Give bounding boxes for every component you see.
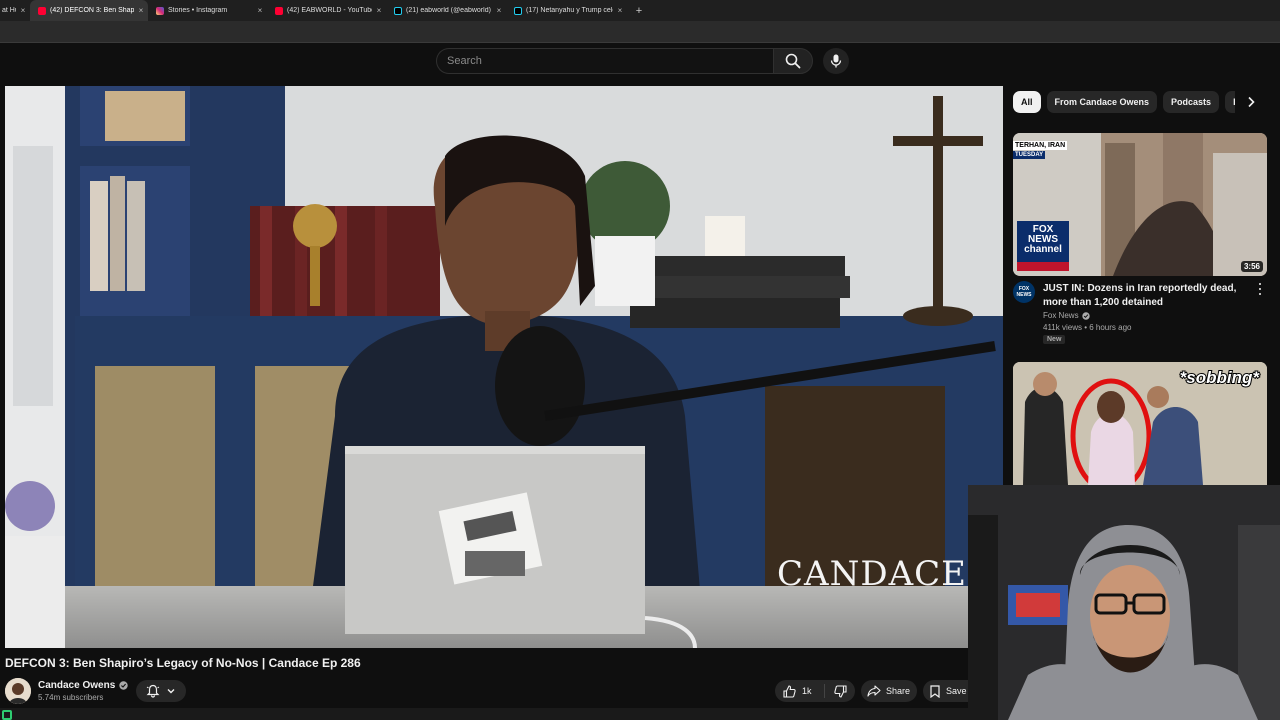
browser-tab-active[interactable]: (42) DEFCON 3: Ben Shapiro's L × xyxy=(30,0,148,21)
tab-close-icon[interactable]: × xyxy=(16,6,30,15)
tiktok-favicon-icon xyxy=(514,6,522,15)
channel-name-text: Candace Owens xyxy=(38,680,116,691)
recommendation-thumbnail[interactable]: *sobbing* xyxy=(1013,362,1267,485)
share-icon xyxy=(867,685,881,697)
chip-all[interactable]: All xyxy=(1013,91,1041,113)
video-duration: 3:56 xyxy=(1240,261,1263,272)
recommendation-title[interactable]: JUST IN: Dozens in Iran reportedly dead,… xyxy=(1043,282,1253,310)
recommendation-meta: 411k views • 6 hours ago xyxy=(1043,323,1132,332)
chevron-right-icon xyxy=(1248,96,1255,108)
search-input[interactable] xyxy=(447,55,773,67)
video-player[interactable]: CANDACE xyxy=(5,86,1003,648)
tab-close-icon[interactable]: × xyxy=(492,6,506,15)
recommendation-channel-name: Fox News xyxy=(1043,311,1079,320)
tab-title: (21) eabworld (@eabworld) | TikT xyxy=(406,7,492,14)
fox-news-logo: FOX NEWS channel xyxy=(1024,224,1062,255)
tiktok-favicon-icon xyxy=(394,6,402,15)
chips-next-button[interactable] xyxy=(1240,91,1262,113)
new-tab-button[interactable]: + xyxy=(631,5,647,17)
thumbs-down-icon xyxy=(833,684,847,698)
webcam-image xyxy=(968,485,1280,720)
browser-toolbar xyxy=(0,21,1280,43)
tab-title: at Hu xyxy=(2,7,16,14)
search-icon xyxy=(785,53,801,69)
notification-bell-button[interactable] xyxy=(136,680,186,702)
like-count: 1k xyxy=(802,686,812,696)
chevron-down-icon xyxy=(167,689,175,694)
search-box[interactable] xyxy=(436,48,773,74)
save-label: Save xyxy=(946,686,967,696)
like-dislike-group: 1k xyxy=(775,680,855,702)
video-watermark: CANDACE xyxy=(777,554,967,594)
browser-tab[interactable]: (21) eabworld (@eabworld) | TikT × xyxy=(386,0,506,21)
verified-icon xyxy=(1081,311,1090,320)
recommendation-channel[interactable]: Fox News xyxy=(1043,311,1090,320)
youtube-favicon-icon xyxy=(275,6,283,15)
share-button[interactable]: Share xyxy=(861,680,917,702)
tab-title: (42) DEFCON 3: Ben Shapiro's L xyxy=(50,7,134,14)
tab-title: (17) Netanyahu y Trump celebr xyxy=(526,7,613,14)
chip-politics[interactable]: Politics xyxy=(1225,91,1235,113)
channel-avatar[interactable] xyxy=(5,678,31,704)
fox-news-avatar[interactable]: FOX NEWS xyxy=(1013,281,1035,303)
like-button[interactable]: 1k xyxy=(775,684,825,698)
bookmark-icon xyxy=(930,684,940,698)
bell-icon xyxy=(146,684,160,698)
share-label: Share xyxy=(886,686,911,696)
tab-close-icon[interactable]: × xyxy=(253,6,267,15)
recommendation-filter-chips: All From Candace Owens Podcasts Politics xyxy=(1013,91,1235,113)
subscriber-count: 5.74m subscribers xyxy=(38,693,104,702)
tab-close-icon[interactable]: × xyxy=(134,6,148,15)
microphone-icon xyxy=(830,54,842,68)
voice-search-button[interactable] xyxy=(823,48,849,74)
avatar-image xyxy=(5,678,31,704)
recommendation-thumbnail[interactable]: TERHAN, IRAN TUESDAY FOX NEWS channel 3:… xyxy=(1013,133,1267,276)
dislike-button[interactable] xyxy=(825,684,855,698)
browser-tab[interactable]: (17) Netanyahu y Trump celebr × xyxy=(506,0,627,21)
video-title: DEFCON 3: Ben Shapiro’s Legacy of No-Nos… xyxy=(5,656,361,670)
search-button[interactable] xyxy=(773,48,813,74)
browser-tab-strip: at Hu × (42) DEFCON 3: Ben Shapiro's L ×… xyxy=(0,0,1280,21)
channel-name[interactable]: Candace Owens xyxy=(38,680,128,691)
tab-close-icon[interactable]: × xyxy=(613,6,627,15)
webcam-overlay xyxy=(968,485,1280,720)
chip-podcasts[interactable]: Podcasts xyxy=(1163,91,1220,113)
new-badge: New xyxy=(1043,335,1066,344)
tab-title: Stories • Instagram xyxy=(168,7,228,14)
thumbnail-caption: TUESDAY xyxy=(1013,151,1046,159)
thumbs-up-icon xyxy=(783,684,796,698)
page-bottom-strip xyxy=(0,708,968,720)
thumbnail-caption: TERHAN, IRAN xyxy=(1013,141,1068,150)
tab-title: (42) EABWORLD - YouTube xyxy=(287,7,372,14)
thumbnail-overlay-text: *sobbing* xyxy=(1179,367,1260,388)
more-options-icon[interactable] xyxy=(1255,282,1265,296)
browser-tab[interactable]: at Hu × xyxy=(0,0,30,21)
browser-tab[interactable]: Stories • Instagram × xyxy=(148,0,267,21)
instagram-favicon-icon xyxy=(156,6,164,15)
browser-tab[interactable]: (42) EABWORLD - YouTube × xyxy=(267,0,386,21)
youtube-favicon-icon xyxy=(38,6,46,15)
status-square-icon xyxy=(2,710,12,720)
tab-close-icon[interactable]: × xyxy=(372,6,386,15)
verified-icon xyxy=(119,681,128,690)
chip-from-channel[interactable]: From Candace Owens xyxy=(1046,91,1158,113)
